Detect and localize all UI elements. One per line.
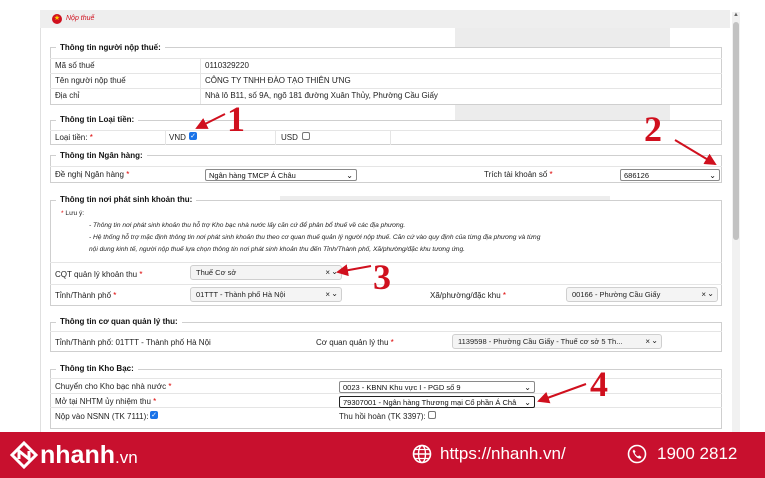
phone-icon (627, 444, 647, 464)
annotation-number-1: 1 (227, 99, 245, 139)
brand-logo-icon (9, 440, 39, 470)
annotation-number-4: 4 (590, 364, 608, 404)
annotation-number-3: 3 (373, 257, 391, 297)
hotline-number[interactable]: 1900 2812 (657, 443, 737, 465)
annotation-arrow-2 (674, 139, 717, 166)
globe-icon (412, 444, 432, 464)
annotation-arrow-4 (537, 383, 587, 404)
annotation-arrow-3 (336, 264, 372, 277)
annotation-number-2: 2 (644, 109, 662, 149)
brand-name: nhanh.vn (40, 441, 138, 469)
annotation-arrows (195, 113, 717, 404)
annotation-arrow-1 (195, 113, 226, 129)
website-url[interactable]: https://nhanh.vn/ (440, 443, 566, 465)
